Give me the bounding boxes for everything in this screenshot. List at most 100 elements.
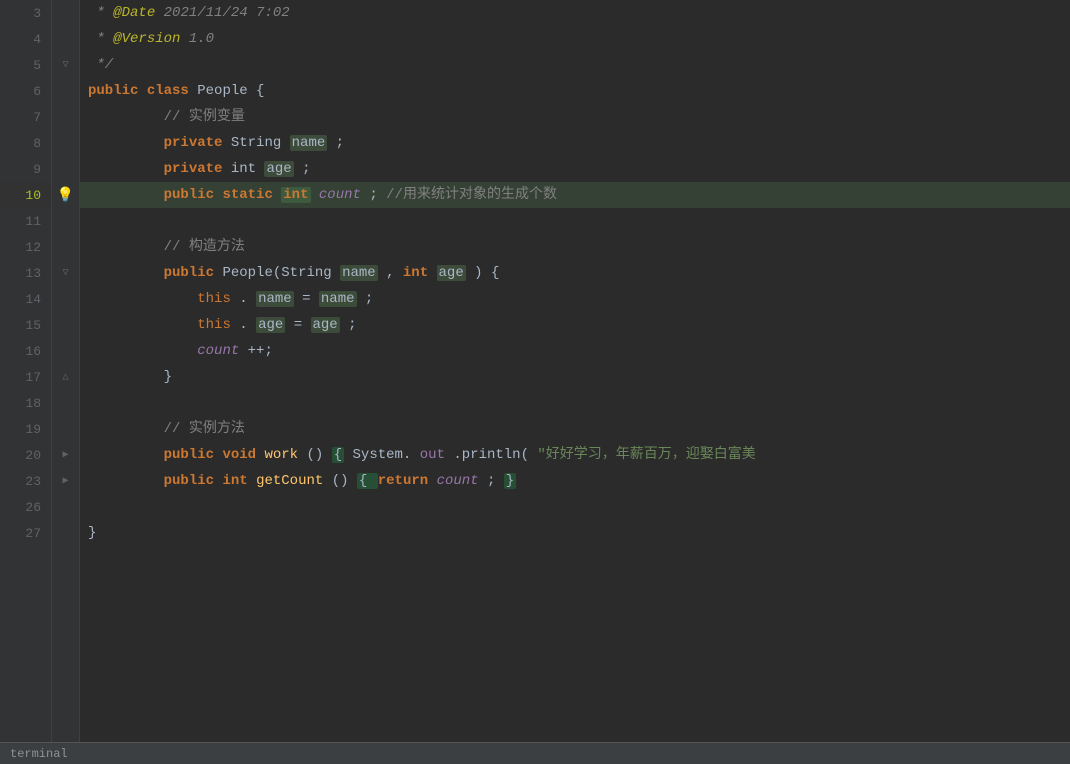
gutter-23[interactable]: ▶ [52, 468, 79, 494]
plain-13a: People(String [222, 265, 340, 281]
kw-public-13: public [164, 265, 214, 281]
kw-this-15: this [197, 317, 231, 333]
var-count-16: count [197, 343, 239, 359]
code-line-23: public int getCount () { return count ; … [80, 468, 1070, 494]
gutter-5[interactable]: ▽ [52, 52, 79, 78]
indent-13 [88, 265, 155, 281]
gutter-3 [52, 0, 79, 26]
kw-static-10: static [222, 187, 272, 203]
gutter-19 [52, 416, 79, 442]
plain-18 [88, 395, 96, 411]
code-line-3: * @Date 2021/11/24 7:02 [80, 0, 1070, 26]
kw-int-23: int [222, 473, 247, 489]
line-num-10: 10 [0, 182, 51, 208]
bulb-icon[interactable]: 💡 [57, 187, 74, 204]
indent-9 [88, 161, 155, 177]
highlight-name-13: name [340, 265, 378, 281]
plain-11 [88, 213, 96, 229]
kw-int-13: int [403, 265, 428, 281]
fold-collapsed-icon-23[interactable]: ▶ [62, 475, 68, 487]
kw-public-23: public [164, 473, 214, 489]
comment-3: * @Date 2021/11/24 7:02 [88, 5, 290, 21]
code-line-9: private int age ; [80, 156, 1070, 182]
highlight-brace-20: { [332, 447, 344, 463]
indent-8 [88, 135, 155, 151]
line-num-4: 4 [0, 26, 51, 52]
gutter-20[interactable]: ▶ [52, 442, 79, 468]
fold-close-icon-17[interactable]: △ [62, 371, 68, 383]
code-content[interactable]: * @Date 2021/11/24 7:02 * @Version 1.0 *… [80, 0, 1070, 742]
line-num-3: 3 [0, 0, 51, 26]
indent-7 [88, 109, 155, 125]
gutter-9 [52, 156, 79, 182]
indent-16 [88, 343, 189, 359]
method-getcount: getCount [256, 473, 323, 489]
line-num-14: 14 [0, 286, 51, 312]
indent-10 [88, 187, 155, 203]
highlight-age-15: age [256, 317, 285, 333]
line-numbers: 3 4 5 6 7 8 9 10 11 12 13 14 15 16 17 18… [0, 0, 52, 742]
kw-public-6: public [88, 83, 138, 99]
kw-return-23: return [378, 473, 428, 489]
code-line-26 [80, 494, 1070, 520]
gutter-7 [52, 104, 79, 130]
gutter-16 [52, 338, 79, 364]
gutter-15 [52, 312, 79, 338]
kw-this-14: this [197, 291, 231, 307]
comment-7: // 实例变量 [164, 109, 245, 125]
code-line-27: } [80, 520, 1070, 546]
fold-open-icon-13[interactable]: ▽ [62, 267, 68, 279]
method-work: work [264, 447, 298, 463]
var-count-23: count [437, 473, 479, 489]
plain-15c: ; [348, 317, 356, 333]
code-line-12: // 构造方法 [80, 234, 1070, 260]
plain-17a: } [164, 369, 172, 385]
plain-26 [88, 499, 96, 515]
gutter-10[interactable]: 💡 [52, 182, 79, 208]
plain-20e: .println( [453, 447, 529, 463]
highlight-age: age [264, 161, 293, 177]
plain-23c: () [332, 473, 357, 489]
gutter-27 [52, 520, 79, 546]
fold-collapsed-icon-20[interactable]: ▶ [62, 449, 68, 461]
terminal-bar[interactable]: terminal [0, 742, 1070, 764]
plain-16a: ++; [248, 343, 273, 359]
line-num-9: 9 [0, 156, 51, 182]
kw-public-10: public [164, 187, 214, 203]
gutter-6 [52, 78, 79, 104]
kw-public-20: public [164, 447, 214, 463]
code-line-13: public People(String name , int age ) { [80, 260, 1070, 286]
str-20: "好好学习，年薪百万，迎娶白富美 [537, 447, 755, 463]
comment-12: // 构造方法 [164, 239, 245, 255]
plain-9a: int [231, 161, 265, 177]
code-line-8: private String name ; [80, 130, 1070, 156]
line-num-23: 23 [0, 468, 51, 494]
plain-10d: ; [369, 187, 377, 203]
gutter-17[interactable]: △ [52, 364, 79, 390]
var-count-10: count [319, 187, 361, 203]
plain-13b: , [386, 265, 403, 281]
line-num-11: 11 [0, 208, 51, 234]
code-line-10: public static int count ; //用来统计对象的生成个数 [80, 182, 1070, 208]
line-num-5: 5 [0, 52, 51, 78]
comment-5: */ [88, 57, 113, 73]
code-line-18 [80, 390, 1070, 416]
terminal-label: terminal [10, 747, 68, 761]
gutter-14 [52, 286, 79, 312]
plain-9b: ; [302, 161, 310, 177]
kw-private-8: private [164, 135, 223, 151]
highlight-age-13: age [437, 265, 466, 281]
indent-15 [88, 317, 189, 333]
gutter-13[interactable]: ▽ [52, 260, 79, 286]
indent-23 [88, 473, 155, 489]
fold-close-icon[interactable]: ▽ [62, 59, 68, 71]
plain-27a: } [88, 525, 96, 541]
plain-6b: People { [197, 83, 264, 99]
indent-14 [88, 291, 189, 307]
code-line-20: public void work () { System. out .print… [80, 442, 1070, 468]
gutter-26 [52, 494, 79, 520]
code-line-15: this . age = age ; [80, 312, 1070, 338]
code-line-6: public class People { [80, 78, 1070, 104]
highlight-name-14b: name [319, 291, 357, 307]
gutter-4 [52, 26, 79, 52]
